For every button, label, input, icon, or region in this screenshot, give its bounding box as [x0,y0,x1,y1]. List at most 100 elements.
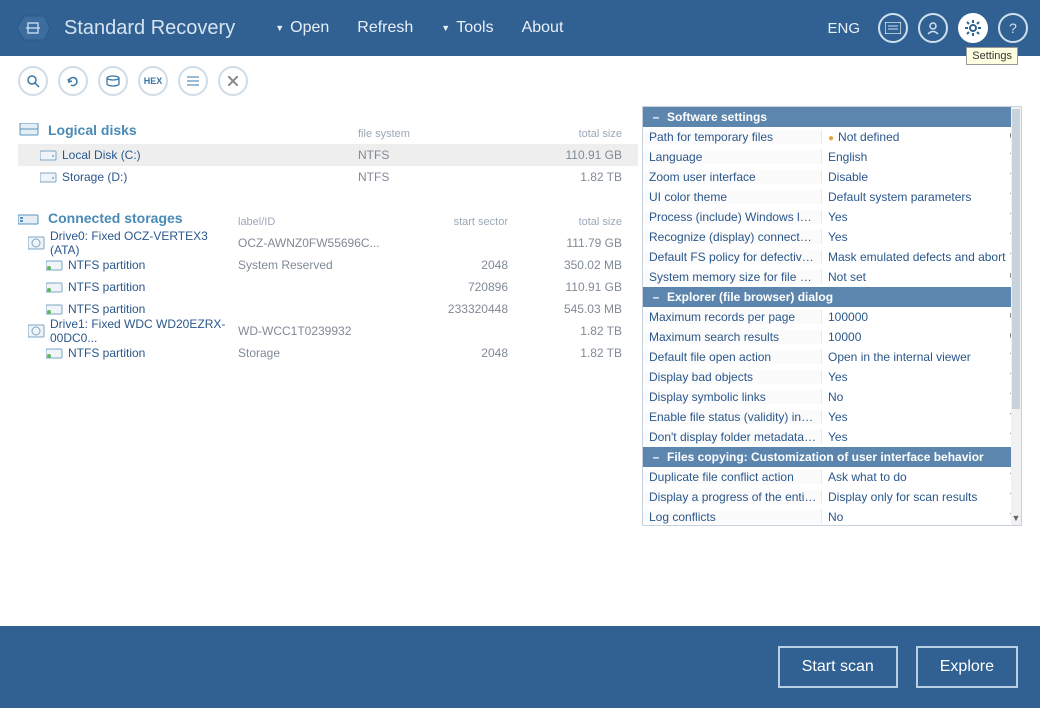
setting-value[interactable]: ●Not defined▸ [821,130,1021,144]
group-title: Software settings [667,110,767,124]
setting-value[interactable]: Disable▾ [821,170,1021,184]
collapse-icon[interactable]: – [649,290,663,304]
disk-tool-icon[interactable] [98,66,128,96]
search-tool-icon[interactable] [18,66,48,96]
settings-group-header[interactable]: – Files copying: Customization of user i… [643,447,1021,467]
setting-key: Enable file status (validity) indicati..… [643,410,821,424]
settings-group-header[interactable]: – Software settings [643,107,1021,127]
setting-row[interactable]: Enable file status (validity) indicati..… [643,407,1021,427]
setting-row[interactable]: Default FS policy for defective blo... M… [643,247,1021,267]
group-title: Explorer (file browser) dialog [667,290,833,304]
partition-row[interactable]: NTFS partition 720896 110.91 GB [18,276,638,298]
drive-row[interactable]: Drive0: Fixed OCZ-VERTEX3 (ATA) OCZ-AWNZ… [18,232,638,254]
language-label[interactable]: ENG [827,20,860,37]
main-content: Logical disks file systemtotal size Loca… [0,106,1040,626]
setting-row[interactable]: Display symbolic links No▾ [643,387,1021,407]
app-title: Standard Recovery [64,17,235,40]
setting-row[interactable]: Maximum search results 10000▸ [643,327,1021,347]
setting-value[interactable]: No▾ [821,510,1021,524]
partition-icon [46,303,68,315]
drive-row[interactable]: Drive1: Fixed WDC WD20EZRX-00DC0... WD-W… [18,320,638,342]
explore-button[interactable]: Explore [916,646,1018,688]
drive-label: WD-WCC1T0239932 [238,324,408,338]
list-tool-icon[interactable] [178,66,208,96]
settings-scrollbar[interactable]: ▼ [1011,107,1021,525]
setting-row[interactable]: Default file open action Open in the int… [643,347,1021,367]
partition-row[interactable]: NTFS partition System Reserved 2048 350.… [18,254,638,276]
settings-group-header[interactable]: – Explorer (file browser) dialog [643,287,1021,307]
partition-sector: 2048 [408,346,528,360]
connected-storages-header: Connected storages [18,204,238,232]
setting-row[interactable]: Path for temporary files ●Not defined▸ [643,127,1021,147]
collapse-icon[interactable]: – [649,450,663,464]
start-scan-button[interactable]: Start scan [778,646,898,688]
setting-key: Maximum search results [643,330,821,344]
collapse-icon[interactable]: – [649,110,663,124]
col-size: total size [528,216,638,228]
settings-icon[interactable] [958,13,988,43]
refresh-tool-icon[interactable] [58,66,88,96]
storage-tree: Logical disks file systemtotal size Loca… [0,106,638,626]
setting-value[interactable]: Yes▾ [821,210,1021,224]
logical-disk-row[interactable]: Local Disk (C:) NTFS 110.91 GB [18,144,638,166]
drive-label: OCZ-AWNZ0FW55696C... [238,236,408,250]
partition-sector: 2048 [408,258,528,272]
setting-value[interactable]: Yes▾ [821,430,1021,444]
setting-value[interactable]: No▾ [821,390,1021,404]
setting-value[interactable]: 100000▸ [821,310,1021,324]
setting-row[interactable]: Process (include) Windows logical ... Ye… [643,207,1021,227]
logical-disk-row[interactable]: Storage (D:) NTFS 1.82 TB [18,166,638,188]
connected-storages-title: Connected storages [48,210,183,226]
disk-fs: NTFS [358,148,528,162]
scroll-down-icon[interactable]: ▼ [1011,513,1021,523]
setting-row[interactable]: Zoom user interface Disable▾ [643,167,1021,187]
setting-value[interactable]: Yes▾ [821,370,1021,384]
drive-size: 1.82 TB [528,324,638,338]
setting-row[interactable]: Duplicate file conflict action Ask what … [643,467,1021,487]
col-label: label/ID [238,216,408,228]
partition-row[interactable]: NTFS partition Storage 2048 1.82 TB [18,342,638,364]
setting-key: Language [643,150,821,164]
setting-value[interactable]: Ask what to do▾ [821,470,1021,484]
setting-row[interactable]: UI color theme Default system parameters… [643,187,1021,207]
menu-refresh[interactable]: Refresh [357,19,413,37]
setting-value[interactable]: Mask emulated defects and abort▾ [821,250,1021,264]
header-right: ENG ? Settings [827,13,1028,43]
setting-row[interactable]: Display a progress of the entire c... Di… [643,487,1021,507]
user-icon[interactable] [918,13,948,43]
scroll-thumb[interactable] [1012,109,1020,409]
menu-open-label: Open [290,19,329,37]
app-logo-icon [12,10,52,46]
partition-name: NTFS partition [68,302,238,316]
hex-tool-icon[interactable]: HEX [138,66,168,96]
menu-open[interactable]: ▼Open [275,19,329,37]
setting-row[interactable]: Log conflicts No▾ [643,507,1021,526]
menu-about[interactable]: About [522,19,564,37]
col-totalsize: total size [528,128,638,140]
setting-key: System memory size for file cache... [643,270,821,284]
setting-value[interactable]: Yes▾ [821,230,1021,244]
setting-value[interactable]: 10000▸ [821,330,1021,344]
menu-about-label: About [522,19,564,37]
drive-name: Drive1: Fixed WDC WD20EZRX-00DC0... [50,317,238,345]
setting-value[interactable]: Yes▾ [821,410,1021,424]
setting-value[interactable]: Display only for scan results▾ [821,490,1021,504]
setting-value[interactable]: English▾ [821,150,1021,164]
help-icon[interactable]: ? [998,13,1028,43]
setting-row[interactable]: Don't display folder metadata size Yes▾ [643,427,1021,447]
setting-value[interactable]: Default system parameters▾ [821,190,1021,204]
setting-value[interactable]: Not set▸ [821,270,1021,284]
logical-disks-title: Logical disks [48,122,137,138]
setting-key: Default FS policy for defective blo... [643,250,821,264]
disk-name: Local Disk (C:) [62,148,358,162]
setting-row[interactable]: System memory size for file cache... Not… [643,267,1021,287]
setting-row[interactable]: Maximum records per page 100000▸ [643,307,1021,327]
menu-tools[interactable]: ▼Tools [441,19,493,37]
close-tool-icon[interactable] [218,66,248,96]
setting-row[interactable]: Display bad objects Yes▾ [643,367,1021,387]
keyboard-icon[interactable] [878,13,908,43]
menu-tools-label: Tools [456,19,493,37]
setting-row[interactable]: Recognize (display) connected me... Yes▾ [643,227,1021,247]
setting-value[interactable]: Open in the internal viewer▾ [821,350,1021,364]
setting-row[interactable]: Language English▾ [643,147,1021,167]
